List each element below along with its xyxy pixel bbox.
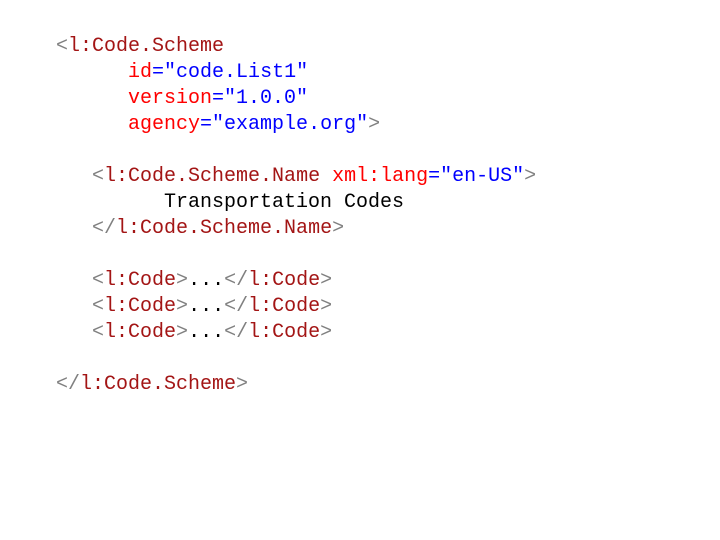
token-bracket: > xyxy=(236,373,248,396)
token-text xyxy=(56,217,92,240)
token-equals: = xyxy=(428,165,440,188)
token-value: "1.0.0" xyxy=(224,87,308,110)
token-bracket: </ xyxy=(92,217,116,240)
token-text: Transportation Codes xyxy=(56,191,404,214)
token-text: ... xyxy=(188,321,224,344)
token-elem: l:Code xyxy=(248,269,320,292)
code-line: <l:Code.Scheme.Name xml:lang="en-US"> xyxy=(56,164,720,190)
token-text xyxy=(56,113,128,136)
code-line: <l:Code.Scheme xyxy=(56,34,720,60)
token-value: "en-US" xyxy=(440,165,524,188)
token-bracket: > xyxy=(176,321,188,344)
token-elem: l:Code.Scheme.Name xyxy=(104,165,320,188)
token-elem: l:Code xyxy=(104,269,176,292)
token-bracket: > xyxy=(368,113,380,136)
token-text xyxy=(320,165,332,188)
code-line xyxy=(56,138,720,164)
token-equals: = xyxy=(212,87,224,110)
token-bracket: > xyxy=(332,217,344,240)
token-equals: = xyxy=(152,61,164,84)
token-attr: xml:lang xyxy=(332,165,428,188)
code-line: id="code.List1" xyxy=(56,60,720,86)
token-text xyxy=(56,321,92,344)
token-bracket: </ xyxy=(224,321,248,344)
token-bracket: > xyxy=(320,295,332,318)
token-elem: l:Code.Scheme xyxy=(80,373,236,396)
token-bracket: < xyxy=(92,295,104,318)
token-text xyxy=(56,165,92,188)
code-line xyxy=(56,242,720,268)
token-text xyxy=(56,87,128,110)
code-line: </l:Code.Scheme.Name> xyxy=(56,216,720,242)
token-bracket: </ xyxy=(224,269,248,292)
code-line xyxy=(56,346,720,372)
token-bracket: > xyxy=(320,321,332,344)
token-text xyxy=(56,61,128,84)
token-text: ... xyxy=(188,295,224,318)
token-bracket: < xyxy=(92,165,104,188)
code-line: <l:Code>...</l:Code> xyxy=(56,268,720,294)
token-text xyxy=(56,295,92,318)
token-text: ... xyxy=(188,269,224,292)
code-line: <l:Code>...</l:Code> xyxy=(56,294,720,320)
code-line: Transportation Codes xyxy=(56,190,720,216)
token-bracket: > xyxy=(176,295,188,318)
token-attr: version xyxy=(128,87,212,110)
token-bracket: > xyxy=(320,269,332,292)
token-bracket: < xyxy=(92,269,104,292)
token-elem: l:Code xyxy=(104,321,176,344)
code-line: agency="example.org"> xyxy=(56,112,720,138)
token-elem: l:Code xyxy=(248,295,320,318)
token-bracket: < xyxy=(56,35,68,58)
token-attr: agency xyxy=(128,113,200,136)
token-attr: id xyxy=(128,61,152,84)
code-line: version="1.0.0" xyxy=(56,86,720,112)
token-bracket: </ xyxy=(224,295,248,318)
token-equals: = xyxy=(200,113,212,136)
token-elem: l:Code xyxy=(104,295,176,318)
code-snippet: <l:Code.Scheme id="code.List1" version="… xyxy=(0,0,720,398)
token-bracket: </ xyxy=(56,373,80,396)
token-bracket: < xyxy=(92,321,104,344)
token-value: "code.List1" xyxy=(164,61,308,84)
code-line: <l:Code>...</l:Code> xyxy=(56,320,720,346)
token-elem: l:Code.Scheme xyxy=(68,35,224,58)
token-value: "example.org" xyxy=(212,113,368,136)
token-elem: l:Code.Scheme.Name xyxy=(116,217,332,240)
token-bracket: > xyxy=(176,269,188,292)
token-text xyxy=(56,269,92,292)
token-elem: l:Code xyxy=(248,321,320,344)
token-bracket: > xyxy=(524,165,536,188)
code-line: </l:Code.Scheme> xyxy=(56,372,720,398)
